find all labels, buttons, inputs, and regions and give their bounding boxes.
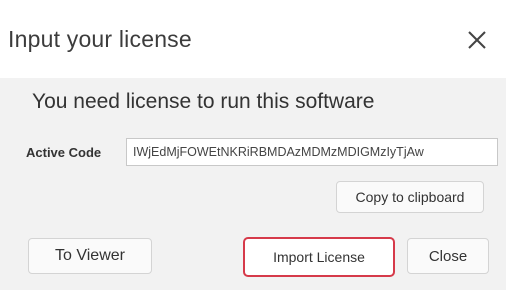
import-license-button[interactable]: Import License (243, 237, 395, 277)
license-dialog: Input your license You need license to r… (0, 0, 506, 290)
title-bar: Input your license (0, 0, 506, 78)
copy-to-clipboard-button[interactable]: Copy to clipboard (336, 181, 484, 213)
active-code-field[interactable] (126, 138, 498, 166)
to-viewer-button[interactable]: To Viewer (28, 238, 152, 274)
active-code-label: Active Code (26, 145, 102, 160)
close-icon[interactable] (463, 26, 491, 54)
license-message: You need license to run this software (32, 90, 375, 113)
dialog-title: Input your license (8, 26, 192, 52)
close-button[interactable]: Close (407, 238, 489, 274)
